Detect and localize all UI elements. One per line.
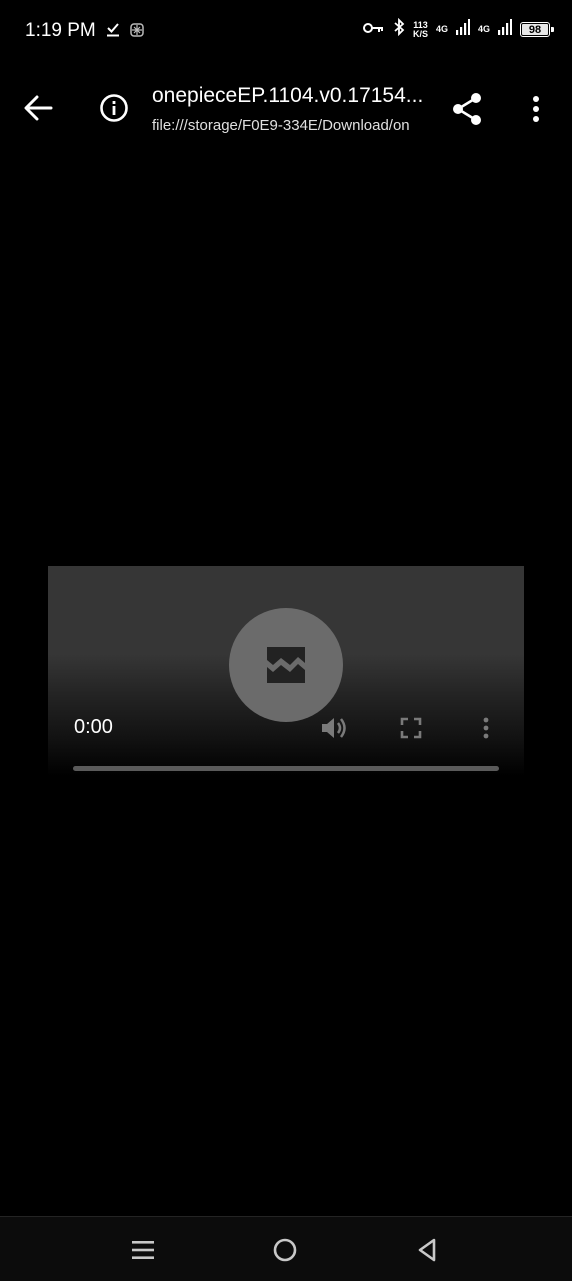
menu-icon <box>132 1241 154 1259</box>
system-nav-bar <box>0 1216 572 1281</box>
broken-media-button[interactable] <box>229 608 343 722</box>
download-done-icon <box>106 22 120 43</box>
page-url: file:///storage/F0E9-334E/Download/on <box>152 117 410 134</box>
battery-level: 98 <box>528 23 542 36</box>
back-button[interactable] <box>18 88 58 128</box>
current-time: 0:00 <box>74 716 113 738</box>
nav-back-button[interactable] <box>406 1231 448 1269</box>
vpn-key-icon <box>362 21 385 39</box>
nav-home-button[interactable] <box>264 1231 306 1269</box>
triangle-back-icon <box>418 1238 436 1262</box>
info-button[interactable] <box>94 88 134 128</box>
broken-image-icon <box>267 647 305 683</box>
video-player[interactable]: 0:00 <box>48 566 524 776</box>
nav-recents-button[interactable] <box>122 1231 164 1269</box>
fullscreen-button[interactable] <box>395 712 427 744</box>
network-speed: 113 K/S <box>412 20 428 39</box>
share-button[interactable] <box>446 88 488 130</box>
network-type-1: 4G <box>435 24 448 34</box>
more-vertical-icon <box>483 717 489 739</box>
status-indicators: 113 K/S 4G 4G 98 <box>362 17 554 41</box>
progress-bar[interactable] <box>73 766 499 771</box>
battery-icon: 98 <box>520 22 554 37</box>
volume-button[interactable] <box>318 712 350 744</box>
network-type-2: 4G <box>477 24 490 34</box>
fullscreen-icon <box>400 717 422 739</box>
bluetooth-icon <box>393 17 405 41</box>
status-bar: 1:19 PM 113 K/S 4G 4G 98 <box>0 0 572 64</box>
app-notification-icon <box>130 23 144 42</box>
status-time: 1:19 PM <box>25 20 96 41</box>
signal-icon-2 <box>498 19 512 40</box>
status-notification-icons <box>106 22 144 43</box>
more-options-button[interactable] <box>516 88 556 130</box>
app-bar: onepieceEP.1104.v0.17154... file:///stor… <box>0 64 572 154</box>
player-more-button[interactable] <box>472 712 500 744</box>
home-circle-icon <box>273 1238 297 1262</box>
share-icon <box>453 93 481 125</box>
more-vertical-icon <box>533 96 539 122</box>
volume-icon <box>322 718 346 738</box>
page-title: onepieceEP.1104.v0.17154... <box>152 84 424 107</box>
network-speed-unit: K/S <box>412 28 428 39</box>
signal-icon-1 <box>455 19 470 40</box>
arrow-left-icon <box>24 95 53 121</box>
info-icon <box>100 94 128 122</box>
